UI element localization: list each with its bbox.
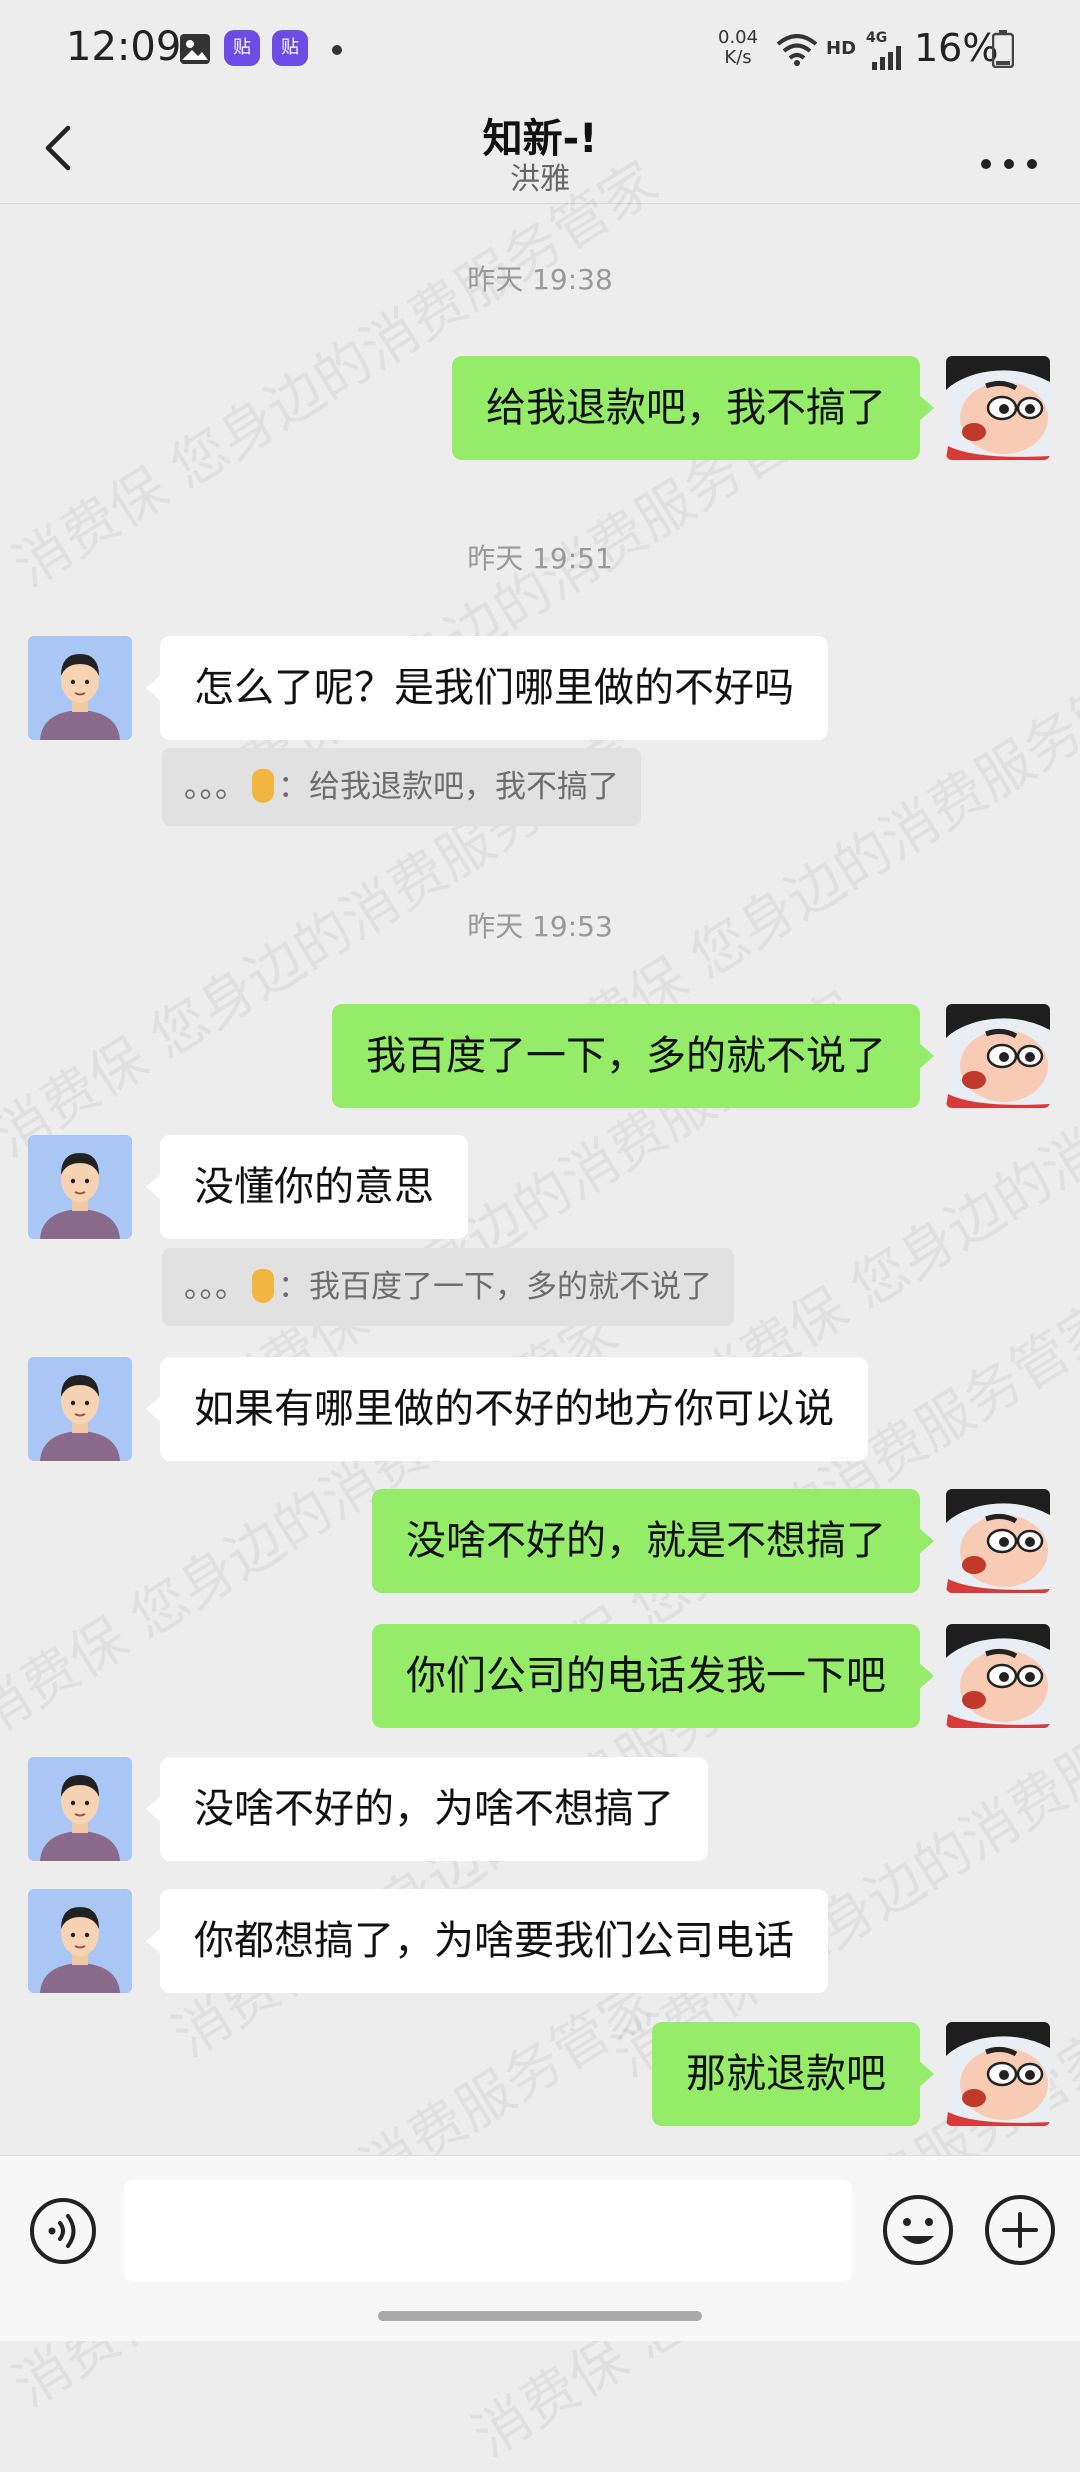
sent-message-bubble[interactable]: 你们公司的电话发我一下吧 <box>372 1624 934 1728</box>
my-avatar[interactable] <box>946 1004 1050 1108</box>
quoted-text: ：给我退款吧，我不搞了 <box>278 769 619 805</box>
contact-avatar[interactable] <box>28 1357 132 1461</box>
status-time: 12:09 <box>66 24 182 70</box>
status-bar: 12:09 贴 贴 0.04 K/s HD 4G 16% <box>0 0 1080 100</box>
quoted-sender-name: 。。。 <box>184 1269 246 1305</box>
received-message-bubble[interactable]: 你都想搞了，为啥要我们公司电话 <box>146 1889 828 1993</box>
battery-level: 16% <box>914 26 999 70</box>
notification-app-icon: 贴 <box>224 30 260 66</box>
plus-button[interactable] <box>982 2192 1058 2268</box>
message-timestamp: 昨天 19:53 <box>467 910 613 943</box>
chat-subtitle: 洪雅 <box>510 162 570 197</box>
contact-avatar[interactable] <box>28 1889 132 1993</box>
sent-message-bubble[interactable]: 给我退款吧，我不搞了 <box>452 356 934 460</box>
chat-header: 知新-! 洪雅 <box>0 100 1080 204</box>
sent-message-bubble[interactable]: 我百度了一下，多的就不说了 <box>332 1004 934 1108</box>
received-message-bubble[interactable]: 没啥不好的，为啥不想搞了 <box>146 1757 708 1861</box>
sender-emoji-icon <box>252 769 274 803</box>
wifi-icon <box>776 34 818 66</box>
my-avatar[interactable] <box>946 2022 1050 2126</box>
more-dots-icon <box>981 159 1037 169</box>
battery-icon <box>992 30 1014 68</box>
emoji-button[interactable] <box>880 2192 956 2268</box>
voice-icon <box>30 2198 96 2264</box>
sent-message-bubble[interactable]: 没啥不好的，就是不想搞了 <box>372 1489 934 1593</box>
gallery-icon <box>180 34 210 64</box>
quoted-sender-name: 。。。 <box>184 769 246 805</box>
received-message-bubble[interactable]: 如果有哪里做的不好的地方你可以说 <box>146 1357 868 1461</box>
network-speed: 0.04 K/s <box>718 27 759 68</box>
signal-icon <box>872 46 901 70</box>
voice-button[interactable] <box>28 2196 98 2266</box>
more-notifications-dot <box>332 45 342 55</box>
my-avatar[interactable] <box>946 356 1050 460</box>
my-avatar[interactable] <box>946 1624 1050 1728</box>
contact-avatar[interactable] <box>28 1135 132 1239</box>
more-button[interactable] <box>974 120 1044 180</box>
emoji-icon <box>883 2195 953 2265</box>
message-timestamp: 昨天 19:51 <box>467 542 613 575</box>
plus-icon <box>985 2195 1055 2265</box>
message-input[interactable] <box>124 2180 852 2282</box>
home-indicator[interactable] <box>378 2311 702 2321</box>
message-timestamp: 昨天 19:38 <box>467 263 613 296</box>
hd-indicator: HD <box>826 38 857 59</box>
received-message-bubble[interactable]: 没懂你的意思 <box>146 1135 468 1239</box>
network-type: 4G <box>866 30 888 46</box>
quoted-text: ：我百度了一下，多的就不说了 <box>278 1269 712 1305</box>
quoted-reply[interactable]: 。。。 ：我百度了一下，多的就不说了 <box>162 1248 734 1326</box>
sender-emoji-icon <box>252 1269 274 1303</box>
contact-avatar[interactable] <box>28 1757 132 1861</box>
quoted-reply[interactable]: 。。。 ：给我退款吧，我不搞了 <box>162 748 641 826</box>
my-avatar[interactable] <box>946 1489 1050 1593</box>
notification-app-icon: 贴 <box>272 30 308 66</box>
sent-message-bubble[interactable]: 那就退款吧 <box>652 2022 934 2126</box>
contact-avatar[interactable] <box>28 636 132 740</box>
received-message-bubble[interactable]: 怎么了呢？是我们哪里做的不好吗 <box>146 636 828 740</box>
